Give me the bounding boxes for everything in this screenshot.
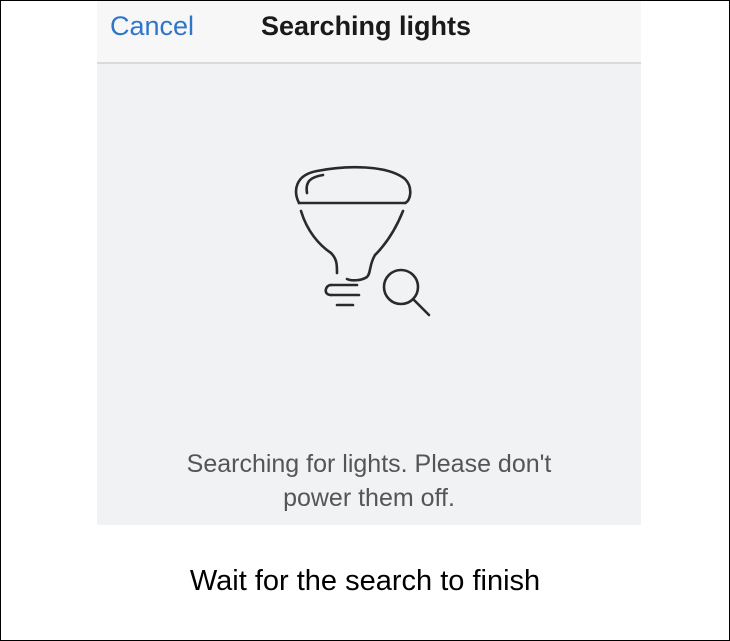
page-title: Searching lights (261, 11, 472, 41)
status-line-2: power them off. (283, 484, 455, 512)
bulb-search-icon (294, 165, 431, 317)
cancel-button[interactable]: Cancel (110, 9, 194, 43)
screenshot-frame: Cancel Searching lights Searching for li… (0, 0, 730, 641)
navigation-bar: Cancel Searching lights (97, 1, 641, 64)
status-line-1: Searching for lights. Please don't (186, 450, 552, 478)
instruction-caption: Wait for the search to finish (189, 565, 541, 597)
status-message: Searching for lights. Please don't power… (97, 447, 641, 515)
app-screen: Cancel Searching lights Searching for li… (97, 1, 641, 525)
